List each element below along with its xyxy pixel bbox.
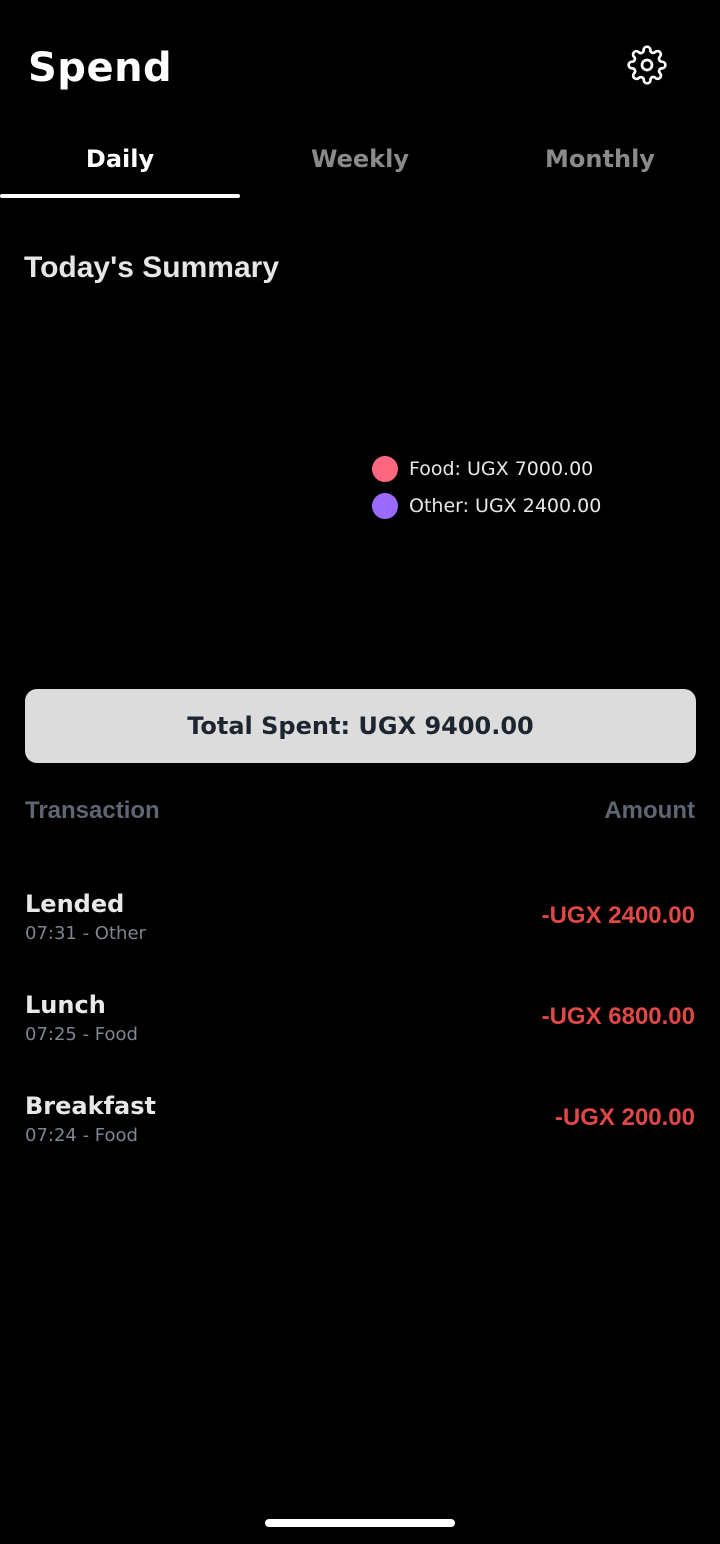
- transaction-time-category: 07:31 - Other: [25, 923, 146, 944]
- settings-button[interactable]: [620, 38, 674, 92]
- transaction-time-category: 07:24 - Food: [25, 1125, 138, 1146]
- transaction-amount: -UGX 6800.00: [541, 1003, 695, 1030]
- period-tabs: Daily Weekly Monthly: [0, 120, 720, 198]
- gear-icon: [627, 45, 667, 85]
- page-title: Spend: [28, 45, 173, 91]
- total-spent-banner: Total Spent: UGX 9400.00: [25, 689, 696, 763]
- transaction-amount: -UGX 2400.00: [541, 902, 695, 929]
- legend-label-food: Food: UGX 7000.00: [409, 457, 594, 480]
- transaction-column-header: Transaction: [25, 797, 160, 824]
- legend-label-other: Other: UGX 2400.00: [409, 494, 602, 517]
- transaction-name: Lunch: [25, 991, 106, 1019]
- tab-daily[interactable]: Daily: [0, 120, 240, 198]
- legend-item-other: Other: UGX 2400.00: [372, 487, 601, 524]
- chart-legend: Food: UGX 7000.00 Other: UGX 2400.00: [372, 450, 601, 524]
- transaction-row[interactable]: Breakfast 07:24 - Food -UGX 200.00: [25, 1086, 695, 1187]
- legend-item-food: Food: UGX 7000.00: [372, 450, 601, 487]
- legend-dot-other: [372, 492, 398, 519]
- transaction-name: Lended: [25, 890, 125, 918]
- amount-column-header: Amount: [604, 797, 695, 824]
- summary-title: Today's Summary: [24, 251, 279, 284]
- tab-weekly[interactable]: Weekly: [240, 120, 480, 198]
- transaction-row[interactable]: Lunch 07:25 - Food -UGX 6800.00: [25, 985, 695, 1086]
- transaction-list: Lended 07:31 - Other -UGX 2400.00 Lunch …: [25, 884, 695, 1187]
- home-indicator[interactable]: [265, 1519, 455, 1527]
- transaction-row[interactable]: Lended 07:31 - Other -UGX 2400.00: [25, 884, 695, 985]
- transaction-name: Breakfast: [25, 1092, 156, 1120]
- legend-dot-food: [372, 455, 398, 482]
- transaction-time-category: 07:25 - Food: [25, 1024, 138, 1045]
- tab-monthly[interactable]: Monthly: [480, 120, 720, 198]
- transaction-amount: -UGX 200.00: [554, 1104, 695, 1131]
